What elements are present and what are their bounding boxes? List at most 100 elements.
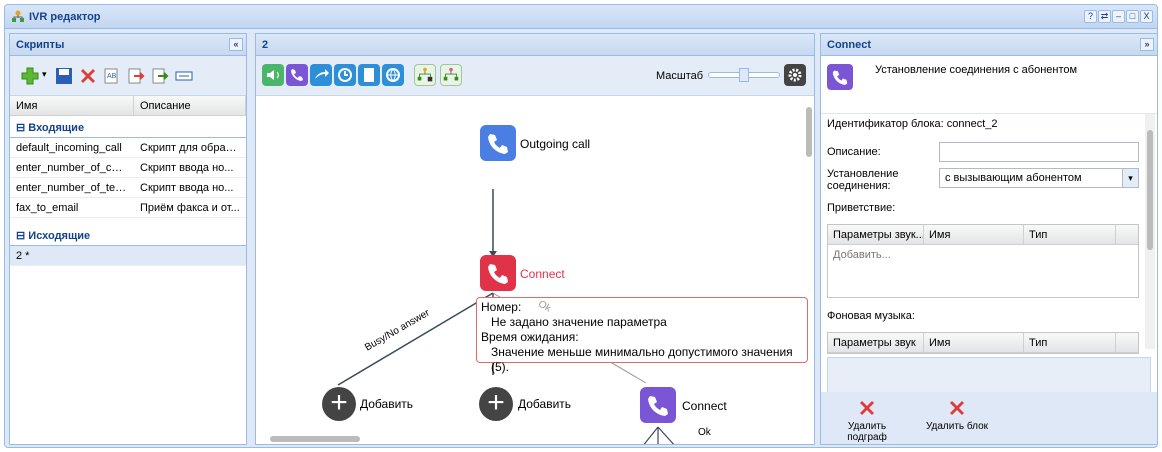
grid-col-name[interactable]: Имя (924, 225, 1024, 244)
delete-icon[interactable] (78, 66, 98, 86)
phone-connect-icon (648, 396, 668, 416)
grid-col-type[interactable]: Тип (1024, 225, 1116, 244)
delete-block-button[interactable]: Удалить блок (921, 398, 993, 432)
script-row[interactable]: default_incoming_call Скрипт для обраб... (10, 138, 246, 158)
block-id-label: Идентификатор блока: connect_2 (827, 118, 998, 130)
add-node-button[interactable]: + (322, 387, 356, 421)
add-icon[interactable] (20, 66, 40, 86)
import-icon[interactable] (126, 66, 146, 86)
speaker-icon (267, 70, 279, 80)
collapse-right-button[interactable]: » (1140, 38, 1154, 51)
validation-error-tooltip: Номер: Не задано значение параметра Врем… (476, 297, 808, 374)
clock-icon (338, 68, 352, 82)
connect-label-error: Connect (520, 267, 565, 281)
scripts-columns: Имя Описание (10, 96, 246, 116)
ivr-app-icon (12, 10, 24, 22)
block-header: Установление соединения с абонентом (821, 56, 1157, 114)
variables-icon[interactable] (174, 66, 194, 86)
tree-unlock-button[interactable] (440, 64, 462, 86)
maximize-button[interactable]: □ (1126, 10, 1139, 23)
grid-col-type[interactable]: Тип (1024, 333, 1116, 352)
properties-footer: Удалить подграф Удалить блок (821, 392, 1157, 444)
grid-col-params[interactable]: Параметры звук... (828, 225, 924, 244)
phone-icon (291, 69, 303, 81)
scale-slider-thumb[interactable] (739, 68, 749, 82)
scripts-panel-title: Скрипты (16, 39, 65, 51)
goto-block-button[interactable] (310, 64, 332, 86)
rename-icon[interactable]: AB (102, 66, 122, 86)
script-row-selected[interactable]: 2 * (10, 246, 246, 266)
phone-connect-icon (488, 264, 508, 284)
edge-label-ok: Ok (698, 427, 711, 438)
arrow-icon (315, 69, 329, 79)
script-row[interactable]: enter_number_of_telec... Скрипт ввода но.… (10, 178, 246, 198)
outgoing-call-node[interactable] (480, 125, 516, 161)
export-icon[interactable] (150, 66, 170, 86)
scripts-panel: Скрипты « ▾ AB Имя Описание ⊟ Входящие d… (9, 33, 247, 445)
ivr-editor-window: IVR редактор ? ⇄ – □ X Скрипты « ▾ AB Им… (4, 4, 1158, 448)
scripts-toolbar: ▾ AB (10, 56, 246, 96)
tree-unlock-icon (443, 67, 459, 81)
greeting-label: Приветствие: (827, 202, 896, 214)
restore-button[interactable]: ⇄ (1098, 10, 1111, 23)
delete-subgraph-button[interactable]: Удалить подграф (831, 398, 903, 443)
column-description[interactable]: Описание (134, 96, 246, 115)
editor-panel-title: 2 (262, 39, 269, 51)
window-title: IVR редактор (29, 10, 101, 23)
vertical-scrollbar[interactable] (806, 107, 812, 157)
grid-col-name[interactable]: Имя (924, 333, 1024, 352)
editor-panel: 2 Масштаб Outgoing call Connect Номер: Н… (255, 33, 815, 445)
add-node-button[interactable]: + (479, 387, 513, 421)
chevron-down-icon[interactable]: ▾ (1122, 169, 1138, 187)
connect-node-error[interactable] (480, 255, 516, 291)
time-block-button[interactable] (334, 64, 356, 86)
help-button[interactable]: ? (1084, 10, 1097, 23)
add-label: Добавить (518, 397, 572, 411)
play-block-button[interactable] (262, 64, 284, 86)
add-label: Добавить (360, 397, 414, 411)
description-input[interactable] (939, 142, 1139, 162)
close-button[interactable]: X (1140, 10, 1153, 23)
script-row[interactable]: enter_number_of_confe... Скрипт ввода но.… (10, 158, 246, 178)
block-description: Установление соединения с абонентом (875, 64, 1078, 76)
properties-form: Идентификатор блока: connect_2 Описание:… (821, 114, 1143, 384)
greeting-grid: Параметры звук... Имя Тип Добавить... (827, 224, 1139, 298)
properties-panel: Connect » Установление соединения с абон… (820, 33, 1157, 445)
gear-icon (788, 68, 802, 82)
grid-add-row[interactable]: Добавить... (828, 245, 1138, 265)
bg-music-label: Фоновая музыка: (827, 310, 915, 322)
outgoing-call-label: Outgoing call (520, 137, 591, 151)
collapse-left-button[interactable]: « (229, 38, 243, 51)
editor-panel-header: 2 (256, 34, 814, 56)
column-name[interactable]: Имя (10, 96, 134, 115)
grid-col-params[interactable]: Параметры звук (828, 333, 924, 352)
document-icon (364, 68, 374, 82)
properties-panel-title: Connect (827, 39, 871, 51)
minimize-button[interactable]: – (1112, 10, 1125, 23)
ivr-canvas[interactable]: Outgoing call Connect Номер: Не задано з… (256, 97, 814, 444)
globe-icon (386, 68, 400, 82)
connect-block-button[interactable] (286, 64, 308, 86)
delete-icon (950, 401, 964, 415)
group-outgoing[interactable]: ⊟ Исходящие (10, 224, 246, 246)
http-block-button[interactable] (382, 64, 404, 86)
phone-outgoing-icon (488, 134, 508, 154)
script-row[interactable]: fax_to_email Приём факса и от... (10, 198, 246, 218)
properties-scrollbar[interactable] (1145, 114, 1155, 349)
blocks-toolbar: Масштаб (256, 56, 814, 96)
connection-label: Установление соединения: (827, 168, 899, 192)
scale-slider[interactable] (708, 68, 780, 82)
group-incoming[interactable]: ⊟ Входящие (10, 116, 246, 138)
properties-panel-header: Connect » (821, 34, 1157, 56)
record-block-button[interactable] (358, 64, 380, 86)
connection-select[interactable]: с вызывающим абонентом ▾ (939, 168, 1139, 188)
settings-button[interactable] (784, 64, 806, 86)
add-dropdown-arrow-icon[interactable]: ▾ (42, 69, 47, 80)
connect-node[interactable] (640, 387, 676, 423)
save-icon[interactable] (54, 66, 74, 86)
connect-block-icon (827, 64, 853, 90)
scale-label: Масштаб (656, 70, 704, 82)
delete-icon (860, 401, 874, 415)
horizontal-scrollbar[interactable] (270, 436, 360, 442)
tree-lock-button[interactable] (414, 64, 436, 86)
